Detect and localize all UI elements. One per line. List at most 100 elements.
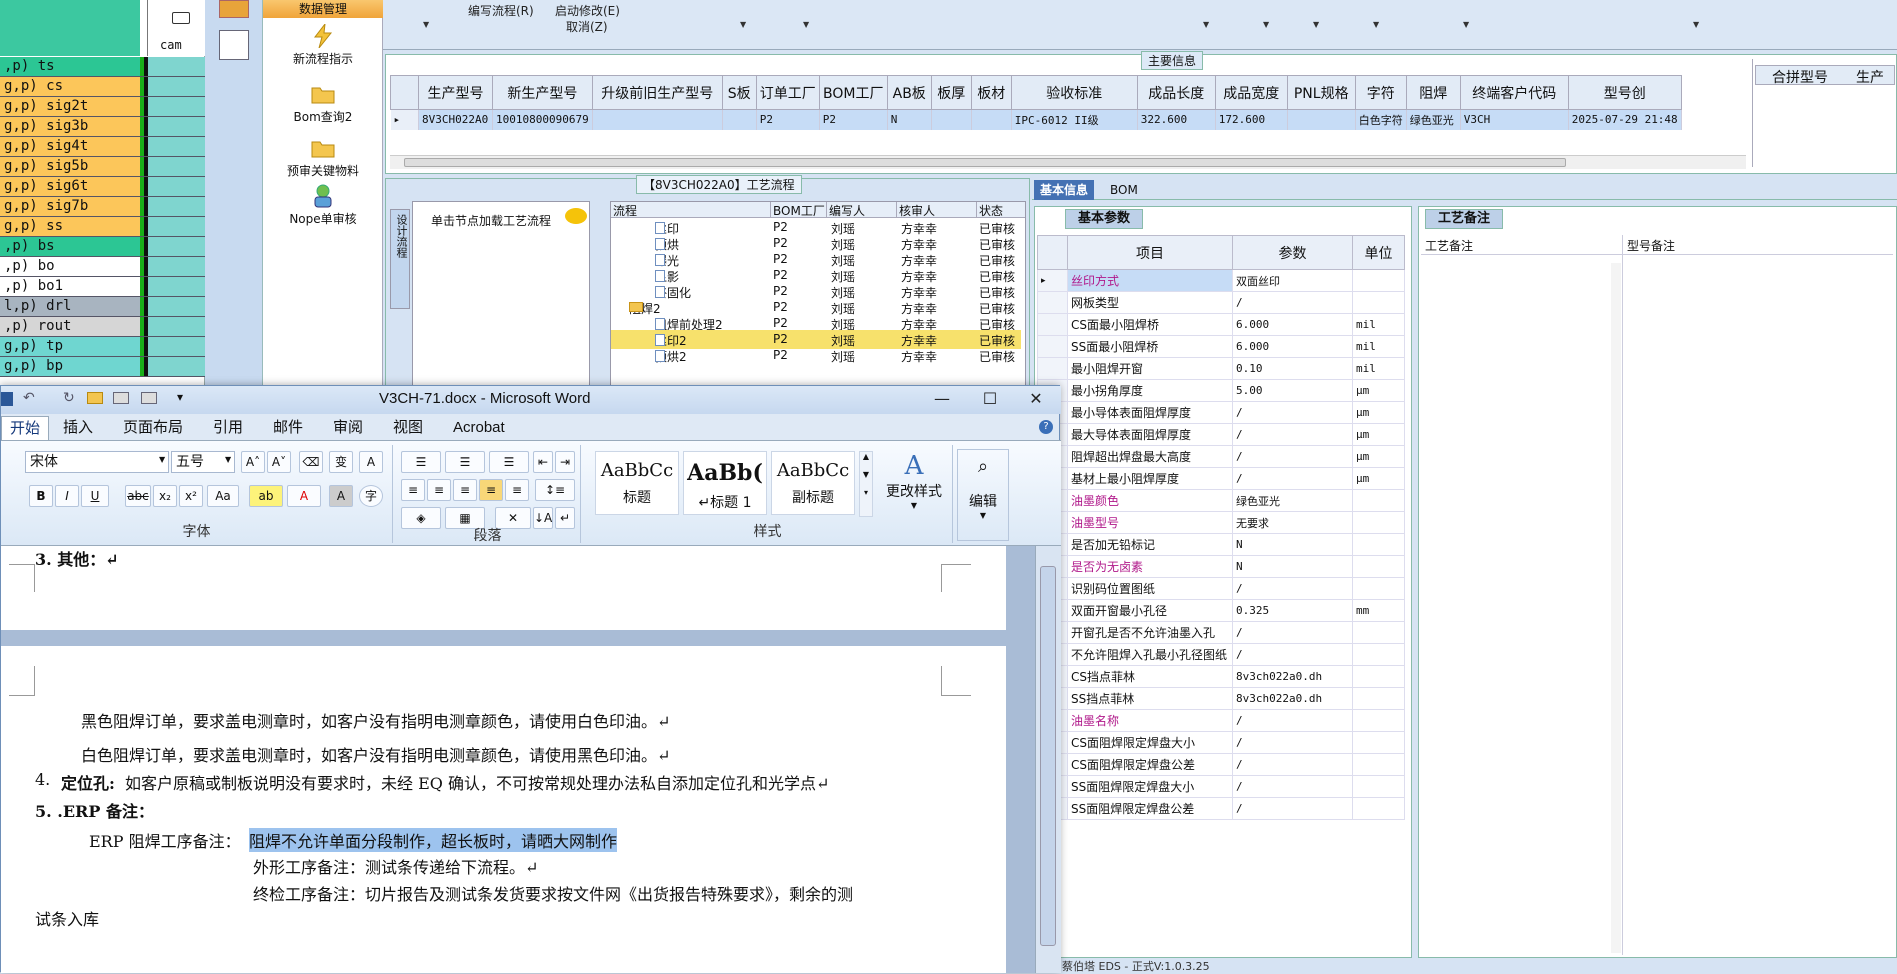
tab-mailings[interactable]: 邮件 — [265, 416, 311, 440]
nav-item-new-flow[interactable]: 新流程指示 — [263, 24, 383, 67]
layer-row[interactable]: g,p) sig5b — [0, 157, 205, 177]
param-row[interactable]: 开窗孔是否不允许油墨入孔 / — [1037, 621, 1405, 644]
main-col-header[interactable]: BOM工厂 — [818, 75, 888, 110]
redo-icon[interactable]: ↻ — [63, 390, 75, 406]
param-row[interactable]: 双面开窗最小孔径 0.325 mm — [1037, 599, 1405, 622]
tab-home[interactable]: 开始 — [1, 416, 50, 440]
layer-flag-cell[interactable] — [148, 337, 205, 356]
layer-row[interactable]: g,p) sig2t — [0, 97, 205, 117]
main-cell[interactable]: IPC-6012 II级 — [1011, 109, 1138, 130]
decrease-indent-icon[interactable]: ⇤ — [533, 451, 553, 473]
param-row[interactable]: 最大导体表面阻焊厚度 / μm — [1037, 423, 1405, 446]
tab-bom[interactable]: BOM — [1104, 180, 1144, 200]
chevron-down-icon[interactable]: ▼ — [1263, 20, 1269, 29]
align-left-icon[interactable]: ≡ — [401, 479, 425, 501]
main-col-header[interactable]: 阻焊 — [1405, 75, 1461, 110]
layer-row[interactable]: g,p) bp — [0, 357, 205, 377]
open-icon[interactable] — [87, 392, 103, 404]
tab-references[interactable]: 引用 — [205, 416, 251, 440]
param-value[interactable]: 双面丝印 — [1232, 269, 1353, 292]
word-vertical-scrollbar[interactable] — [1035, 546, 1061, 973]
layer-row[interactable]: ,p) bo — [0, 257, 205, 277]
param-row[interactable]: 基材上最小阻焊厚度 / μm — [1037, 467, 1405, 490]
main-col-header[interactable]: 生产型号 — [418, 75, 493, 110]
tree-col-flow[interactable]: 流程 — [611, 202, 771, 218]
chevron-down-icon[interactable]: ▼ — [225, 455, 231, 464]
layer-flag-cell[interactable] — [148, 277, 205, 296]
underline-icon[interactable]: U — [81, 485, 109, 507]
italic-icon[interactable]: I — [55, 485, 79, 507]
main-col-header[interactable]: 终端客户代码 — [1459, 75, 1569, 110]
param-row[interactable]: SS面阻焊限定焊盘公差 / — [1037, 797, 1405, 820]
style-title[interactable]: AaBbCc 标题 — [595, 451, 679, 515]
param-row[interactable]: 最小拐角厚度 5.00 μm — [1037, 379, 1405, 402]
main-col-header[interactable]: S板 — [721, 75, 757, 110]
grow-font-icon[interactable]: A˄ — [241, 451, 265, 473]
help-icon[interactable]: ? — [1039, 420, 1053, 434]
param-value[interactable]: 无要求 — [1232, 511, 1353, 534]
layer-row[interactable]: g,p) sig7b — [0, 197, 205, 217]
param-value[interactable]: 6.000 — [1232, 335, 1353, 358]
tab-page-layout[interactable]: 页面布局 — [115, 416, 191, 440]
param-value[interactable]: / — [1232, 643, 1353, 666]
distribute-icon[interactable]: ≡ — [505, 479, 529, 501]
multilevel-list-icon[interactable]: ☰ — [489, 451, 529, 473]
layer-row[interactable]: g,p) sig6t — [0, 177, 205, 197]
param-value[interactable]: N — [1232, 533, 1353, 556]
main-col-header[interactable]: 新生产型号 — [492, 75, 593, 110]
tab-review[interactable]: 审阅 — [325, 416, 371, 440]
main-cell[interactable]: 绿色亚光 — [1406, 109, 1461, 130]
param-value[interactable]: 6.000 — [1232, 313, 1353, 336]
layer-flag-cell[interactable] — [148, 217, 205, 236]
param-row[interactable]: 阻焊超出焊盘最大高度 / μm — [1037, 445, 1405, 468]
layer-row[interactable]: l,p) drl — [0, 297, 205, 317]
layer-flag-cell[interactable] — [148, 97, 205, 116]
main-cell[interactable] — [1287, 109, 1356, 130]
main-col-header[interactable]: 板材 — [970, 75, 1012, 110]
style-heading1[interactable]: AaBb( ↵标题 1 — [683, 451, 767, 515]
undo-icon[interactable]: ↶ — [23, 390, 35, 406]
layer-row[interactable]: g,p) cs — [0, 77, 205, 97]
change-styles-button[interactable]: A 更改样式 ▼ — [881, 451, 947, 521]
layer-flag-cell[interactable] — [148, 317, 205, 336]
layer-flag-cell[interactable] — [148, 137, 205, 156]
vertical-scrollbar[interactable] — [1611, 263, 1621, 953]
char-border-icon[interactable]: A — [359, 451, 383, 473]
calculator-icon[interactable] — [219, 30, 249, 60]
align-right-icon[interactable]: ≡ — [453, 479, 477, 501]
chevron-down-icon[interactable]: ▼ — [1313, 20, 1319, 29]
nav-item-bom-query[interactable]: Bom查询2 — [263, 82, 383, 125]
notes-col-model[interactable]: 型号备注 — [1623, 235, 1893, 255]
phonetic-icon[interactable]: 变 — [329, 451, 353, 473]
main-cell[interactable]: 2025-07-29 21:48 — [1568, 109, 1682, 130]
param-value[interactable]: / — [1232, 709, 1353, 732]
param-value[interactable]: / — [1232, 621, 1353, 644]
param-value[interactable]: 0.10 — [1232, 357, 1353, 380]
horizontal-scrollbar[interactable] — [390, 155, 1746, 169]
param-row[interactable]: 油墨型号 无要求 — [1037, 511, 1405, 534]
main-cell[interactable]: P2 — [756, 109, 820, 130]
tab-basic-info[interactable]: 基本信息 — [1034, 180, 1095, 200]
increase-indent-icon[interactable]: ⇥ — [555, 451, 575, 473]
start-modify-menu[interactable]: 启动修改(E) — [555, 2, 620, 19]
font-name-select[interactable]: 宋体 — [25, 451, 169, 473]
main-cell[interactable]: P2 — [819, 109, 888, 130]
param-value[interactable]: / — [1232, 731, 1353, 754]
param-value[interactable]: / — [1232, 753, 1353, 776]
param-value[interactable]: 5.00 — [1232, 379, 1353, 402]
main-cell[interactable]: 白色字符 — [1355, 109, 1407, 130]
main-col-header[interactable]: 成品长度 — [1136, 75, 1216, 110]
document-area[interactable]: 3. 其他：↵ 黑色阻焊订单，要求盖电测章时，如客户没有指明电测章颜色，请使用白… — [1, 546, 1035, 973]
param-value[interactable]: / — [1232, 445, 1353, 468]
notes-col-process[interactable]: 工艺备注 — [1421, 235, 1623, 255]
param-value[interactable]: / — [1232, 797, 1353, 820]
tree-col-writer[interactable]: 编写人 — [827, 202, 897, 218]
layer-flag-cell[interactable] — [148, 197, 205, 216]
main-cell[interactable] — [722, 109, 757, 130]
param-row[interactable]: CS面阻焊限定焊盘公差 / — [1037, 753, 1405, 776]
param-row[interactable]: 最小阻焊开窗 0.10 mil — [1037, 357, 1405, 380]
strikethrough-icon[interactable]: abc — [125, 485, 151, 507]
design-flow-side-tab[interactable]: 设计流程 — [390, 209, 410, 309]
param-row[interactable]: SS挡点菲林 8v3ch022a0.dh — [1037, 687, 1405, 710]
param-value[interactable]: / — [1232, 577, 1353, 600]
